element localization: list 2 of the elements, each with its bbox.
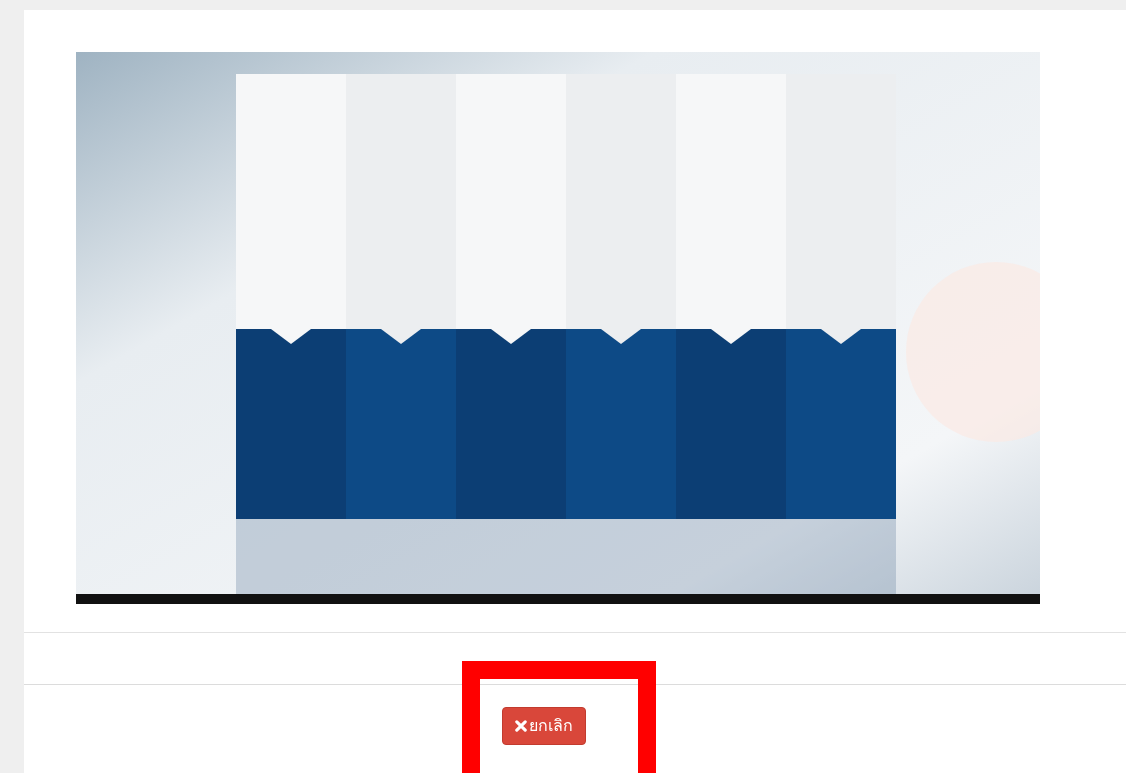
close-icon: [515, 720, 527, 732]
cancel-button[interactable]: ยกเลิก: [502, 707, 586, 745]
